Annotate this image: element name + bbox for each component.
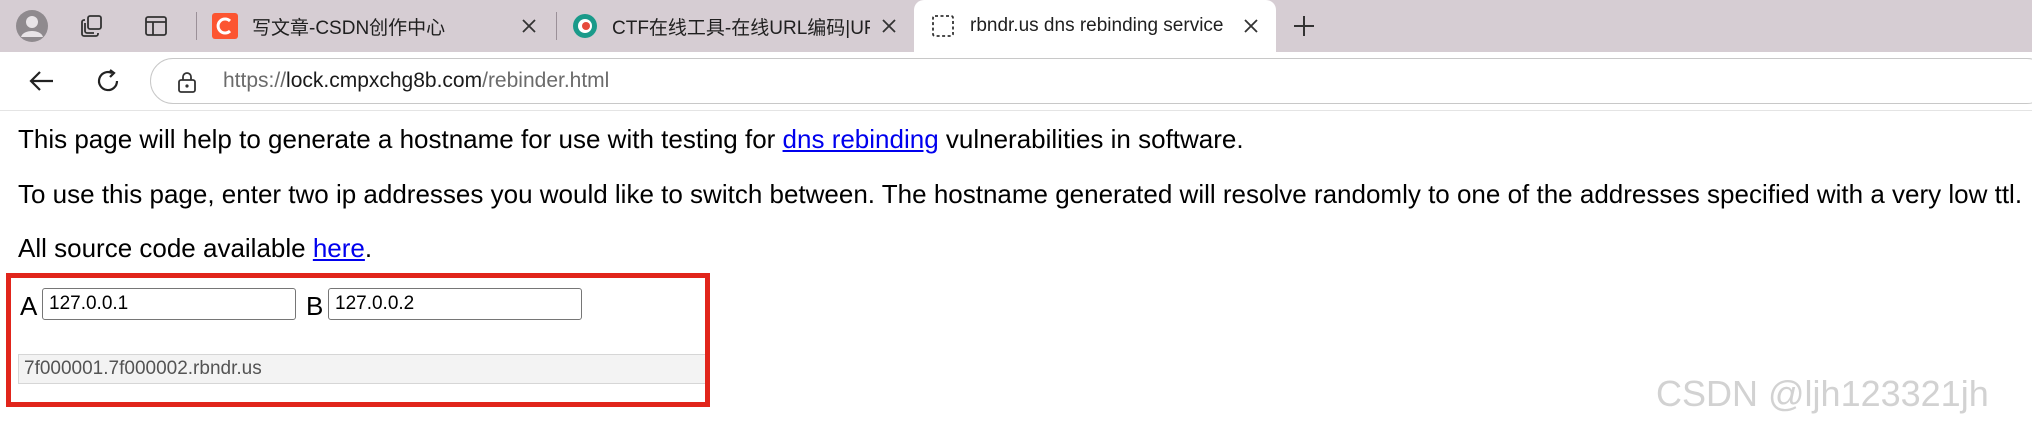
generated-hostname-field[interactable]: 7f000001.7f000002.rbndr.us — [18, 354, 708, 384]
new-tab-button[interactable] — [1282, 0, 1326, 52]
ip-b-label: B — [306, 291, 324, 321]
close-tab-icon[interactable] — [878, 15, 900, 37]
tab-title: 写文章-CSDN创作中心 — [252, 17, 446, 39]
reload-icon — [97, 69, 119, 92]
source-paragraph: All source code available here. — [18, 233, 372, 264]
url-host: lock.cmpxchg8b.com — [286, 69, 483, 92]
intro-paragraph: This page will help to generate a hostna… — [18, 124, 1244, 155]
csdn-c-icon — [212, 13, 238, 39]
profile-avatar-icon[interactable] — [6, 0, 58, 52]
back-arrow-icon — [29, 71, 53, 91]
tab-title: CTF在线工具-在线URL编码|URL解 — [612, 17, 870, 39]
close-tab-icon[interactable] — [1240, 15, 1262, 37]
csdn-watermark: CSDN @ljh123321jh — [1656, 373, 1989, 414]
tab-csdn-editor[interactable]: 写文章-CSDN创作中心 — [196, 0, 554, 52]
url-path: /rebinder.html — [482, 69, 610, 92]
back-button[interactable] — [20, 59, 64, 103]
close-tab-icon[interactable] — [518, 15, 540, 37]
source-text: All source code available — [18, 233, 313, 263]
source-code-link[interactable]: here — [313, 233, 365, 263]
address-bar[interactable]: https://lock.cmpxchg8b.com/rebinder.html — [150, 58, 2032, 104]
workspaces-icon[interactable] — [66, 0, 118, 52]
reload-button[interactable] — [86, 59, 130, 103]
tab-ctf-tools[interactable]: CTF在线工具-在线URL编码|URL解 — [556, 0, 914, 52]
plus-icon — [1294, 16, 1314, 36]
tab-rbndr-active[interactable]: rbndr.us dns rebinding service — [914, 0, 1276, 52]
ip-a-label: A — [20, 291, 38, 321]
ip-a-input[interactable] — [42, 288, 296, 320]
toolbar-divider — [0, 110, 2032, 111]
lock-icon[interactable] — [177, 70, 197, 99]
url-scheme: https:// — [223, 69, 287, 92]
url-text[interactable]: https://lock.cmpxchg8b.com/rebinder.html — [223, 69, 609, 93]
dashed-page-icon — [932, 15, 954, 37]
dns-rebinding-link[interactable]: dns rebinding — [783, 124, 939, 154]
source-text-end: . — [364, 233, 373, 263]
ctftools-icon — [573, 14, 597, 38]
intro-text: This page will help to generate a hostna… — [18, 124, 783, 154]
browser-toolbar: https://lock.cmpxchg8b.com/rebinder.html — [0, 52, 2032, 110]
intro-text-end: vulnerabilities in software. — [938, 124, 1244, 154]
usage-paragraph: To use this page, enter two ip addresses… — [18, 179, 2023, 209]
vertical-tabs-icon[interactable] — [130, 0, 182, 52]
tab-title: rbndr.us dns rebinding service — [970, 15, 1224, 36]
tab-strip: 写文章-CSDN创作中心 CTF在线工具-在线URL编码|URL解 rbndr.… — [0, 0, 2032, 52]
ip-b-input[interactable] — [328, 288, 582, 320]
